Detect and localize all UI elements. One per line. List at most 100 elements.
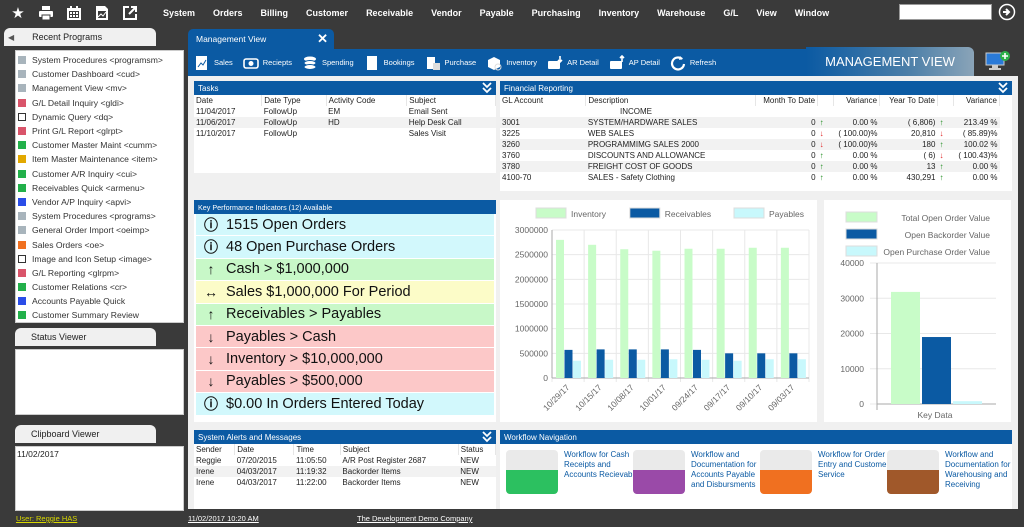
column-header-variance[interactable]: Variance <box>953 95 1001 106</box>
search-input[interactable] <box>899 4 992 20</box>
bar-inventory[interactable] <box>652 250 661 378</box>
column-header-date[interactable]: Date <box>234 444 295 455</box>
menu-inventory[interactable]: Inventory <box>590 8 649 18</box>
toolbar-purchase-button[interactable]: Purchase <box>425 55 476 71</box>
workflow-item[interactable]: Workflow for Cash Receipts and Accounts … <box>506 450 640 494</box>
recent-program-item[interactable]: Vendor A/P Inquiry <apvi> <box>18 195 183 209</box>
bar-inventory[interactable] <box>716 248 725 378</box>
recent-program-item[interactable]: System Procedures <programs> <box>18 209 183 223</box>
bar-receivables[interactable] <box>628 349 637 378</box>
recent-program-item[interactable]: Customer A/R Inquiry <cui> <box>18 167 183 181</box>
table-row[interactable]: 3760 DISCOUNTS AND ALLOWANCE 0 ↑ 0.00 % ( 6) ↓… <box>500 150 1000 161</box>
bar-receivables[interactable] <box>789 353 798 378</box>
menu-window[interactable]: Window <box>786 8 838 18</box>
menu-orders[interactable]: Orders <box>204 8 252 18</box>
recent-program-item[interactable]: Dynamic Query <dq> <box>18 110 183 124</box>
recent-programs-tab[interactable]: ◀ Recent Programs <box>4 28 156 46</box>
kpi-item[interactable]: ⓘ 1515 Open Orders <box>196 214 494 237</box>
column-header-trend[interactable] <box>817 95 835 106</box>
column-header-subject[interactable]: Subject <box>340 444 459 455</box>
bar-inventory[interactable] <box>780 247 789 378</box>
column-header-date-type[interactable]: Date Type <box>261 95 327 106</box>
external-link-icon[interactable] <box>120 3 140 23</box>
tab-management-view[interactable]: Management View ✕ <box>188 29 334 49</box>
bar-receivables[interactable] <box>660 349 669 378</box>
recent-program-item[interactable]: Sales Orders <oe> <box>18 237 183 251</box>
clipboard-viewer-tab[interactable]: Clipboard Viewer <box>15 425 156 443</box>
workflow-item[interactable]: Workflow and Documentation for Accounts … <box>633 450 767 494</box>
bar-payables[interactable] <box>701 359 710 378</box>
column-header-year-to-date[interactable]: Year To Date <box>879 95 938 106</box>
recent-program-item[interactable]: G/L Detail Inquiry <gldi> <box>18 96 183 110</box>
toolbar-ap-detail-button[interactable]: AP Detail <box>609 54 660 71</box>
column-header-gl-account[interactable]: GL Account <box>500 95 587 106</box>
bar-inventory[interactable] <box>556 239 564 378</box>
kpi-item[interactable]: ⓘ $0.00 In Orders Entered Today <box>196 393 494 416</box>
recent-program-item[interactable]: Print G/L Report <glrpt> <box>18 124 183 138</box>
recent-program-item[interactable]: Customer Relations <cr> <box>18 280 183 294</box>
kpi-item[interactable]: ↑ Receivables > Payables <box>196 303 494 326</box>
column-header-status[interactable]: Status <box>458 444 497 455</box>
close-icon[interactable]: ✕ <box>317 31 328 47</box>
column-header-month-to-date[interactable]: Month To Date <box>755 95 819 106</box>
menu-billing[interactable]: Billing <box>252 8 298 18</box>
column-header-subject[interactable]: Subject <box>406 95 496 106</box>
bar-receivables[interactable] <box>693 349 701 378</box>
double-chevron-down-icon[interactable] <box>481 81 493 95</box>
toolbar-sales-button[interactable]: Sales <box>194 55 233 71</box>
recent-program-item[interactable]: General Order Import <oeimp> <box>18 223 183 237</box>
recent-program-item[interactable]: Customer Dashboard <cud> <box>18 67 183 81</box>
toolbar-spending-button[interactable]: Spending <box>302 55 354 71</box>
status-viewer-tab[interactable]: Status Viewer <box>15 328 156 346</box>
kpi-item[interactable]: ↓ Inventory > $10,000,000 <box>196 348 494 371</box>
menu-receivable[interactable]: Receivable <box>357 8 422 18</box>
bar-open-purchase-order-value[interactable] <box>953 401 982 404</box>
kpi-item[interactable]: ↔ Sales $1,000,000 For Period <box>196 281 494 304</box>
recent-program-item[interactable]: System Procedures <programsm> <box>18 53 183 67</box>
bar-receivables[interactable] <box>725 353 734 378</box>
toolbar-refresh-button[interactable]: Refresh <box>670 55 716 71</box>
printer-icon[interactable] <box>36 3 56 23</box>
workflow-item[interactable]: Workflow for Order Entry and Customer Se… <box>760 450 894 494</box>
toolbar-inventory-button[interactable]: Inventory <box>486 55 537 71</box>
workflow-item[interactable]: Workflow and Documentation for Warehousi… <box>887 450 1021 494</box>
collapse-left-icon[interactable]: ◀ <box>8 33 14 42</box>
recent-program-item[interactable]: G/L Reporting <glrpm> <box>18 266 183 280</box>
column-header-variance[interactable]: Variance <box>833 95 881 106</box>
bar-payables[interactable] <box>733 360 742 378</box>
star-icon[interactable]: ★ <box>8 3 28 23</box>
bar-inventory[interactable] <box>588 244 597 378</box>
bar-payables[interactable] <box>765 359 774 378</box>
arrow-right-circle-icon[interactable] <box>998 3 1016 21</box>
column-header-time[interactable]: Time <box>293 444 341 455</box>
toolbar-bookings-button[interactable]: Bookings <box>364 55 415 71</box>
add-monitor-icon[interactable] <box>985 50 1011 72</box>
column-header-trend[interactable] <box>937 95 954 106</box>
user-link[interactable]: User: Reggie HAS <box>16 514 77 523</box>
bar-payables[interactable] <box>669 359 678 378</box>
table-row[interactable]: 3225 WEB SALES 0 ↓( 100.00)% 20,810 ↓( 85.89)… <box>500 128 1000 139</box>
table-row[interactable]: Reggie 07/20/2015 11:05:50 A/R Post Registe… <box>194 455 496 466</box>
bar-open-backorder-value[interactable] <box>922 337 951 404</box>
bar-receivables[interactable] <box>757 353 766 378</box>
recent-program-item[interactable]: Customer Summary Review <box>18 308 183 322</box>
table-row[interactable]: Irene 04/03/2017 11:19:32 Backorder Items NE… <box>194 466 496 477</box>
bar-receivables[interactable] <box>596 349 605 378</box>
table-row[interactable]: 3001 SYSTEM/HARDWARE SALES 0 ↑ 0.00 %( 6,806… <box>500 117 1000 128</box>
bar-payables[interactable] <box>637 359 646 378</box>
menu-customer[interactable]: Customer <box>297 8 357 18</box>
menu-purchasing[interactable]: Purchasing <box>523 8 590 18</box>
table-row[interactable]: Irene 04/03/2017 11:22:00 Backorder Items NE… <box>194 477 496 488</box>
table-row[interactable]: 4100-70 SALES - Safety Clothing 0 ↑ 0.00 % 43… <box>500 172 1000 183</box>
recent-program-item[interactable]: Image and Icon Setup <image> <box>18 252 183 266</box>
column-header-activity-code[interactable]: Activity Code <box>326 95 408 106</box>
menu-vendor[interactable]: Vendor <box>422 8 471 18</box>
column-header-date[interactable]: Date <box>194 95 263 106</box>
recent-program-item[interactable]: Customer Master Maint <cumm> <box>18 138 183 152</box>
kpi-item[interactable]: ⓘ 48 Open Purchase Orders <box>196 236 494 259</box>
table-row[interactable]: 11/04/2017 FollowUp EM Email Sent <box>194 106 496 117</box>
kpi-item[interactable]: ↑ Cash > $1,000,000 <box>196 258 494 282</box>
menu-system[interactable]: System <box>154 8 204 18</box>
bar-receivables[interactable] <box>564 349 573 378</box>
table-row[interactable]: 3780 FREIGHT COST OF GOODS 0 ↑ 0.00 % 13 ↑ 0.00… <box>500 161 1000 172</box>
